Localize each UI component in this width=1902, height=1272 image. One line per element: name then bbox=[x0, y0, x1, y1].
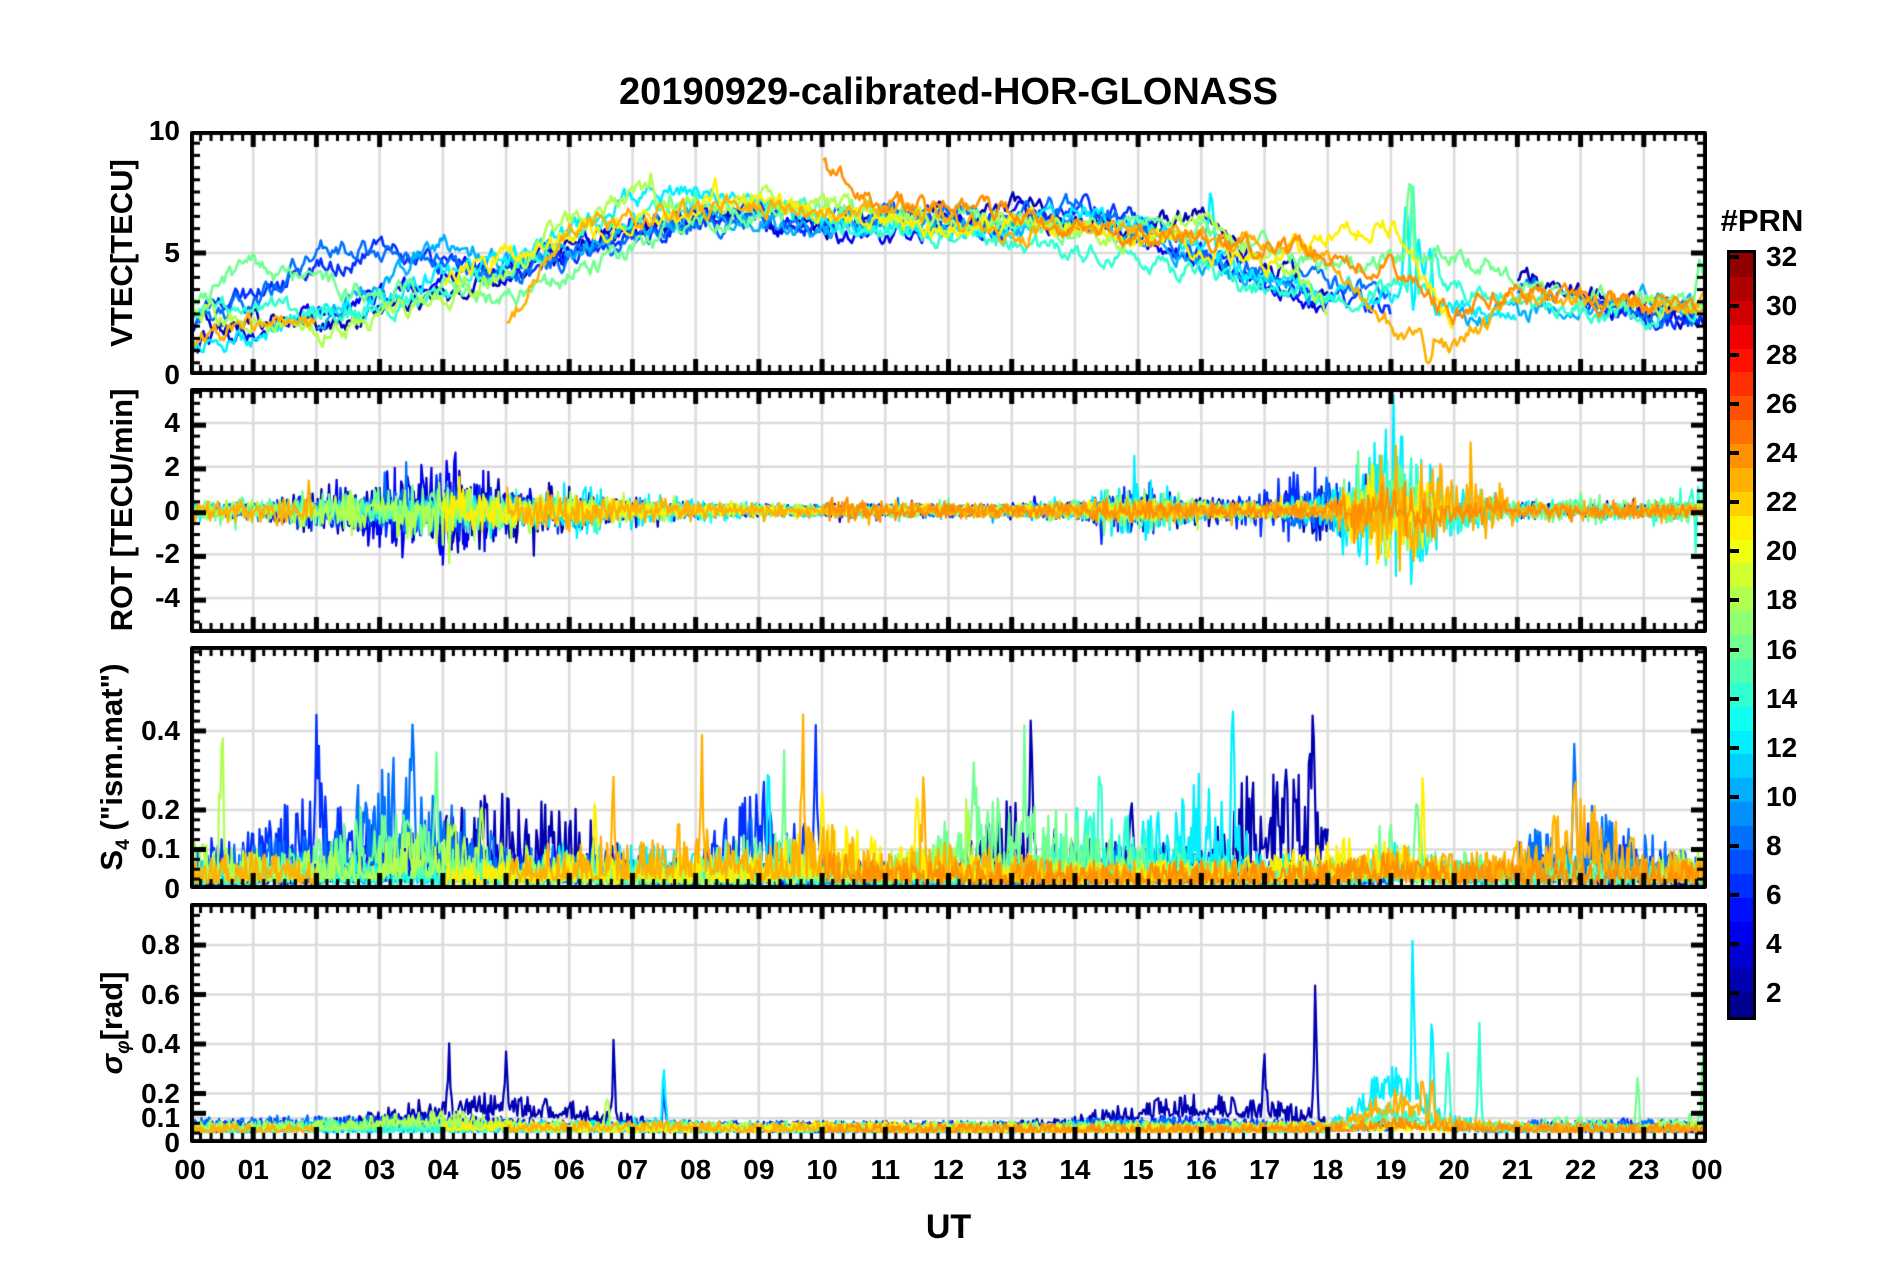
colorbar-band-prn-3 bbox=[1730, 945, 1753, 970]
colorbar-tick-label: 16 bbox=[1766, 633, 1798, 665]
y-tick-label-rot: 2 bbox=[164, 450, 180, 482]
y-tick-label-rot: -4 bbox=[155, 582, 180, 613]
colorbar-tick-mark bbox=[1730, 549, 1739, 554]
sigma-phi-panel-plot bbox=[190, 903, 1707, 1143]
colorbar-tick-mark bbox=[1730, 991, 1739, 995]
y-tick-label-s4: 0.1 bbox=[141, 833, 180, 865]
y-tick-label-rot: 0 bbox=[164, 494, 180, 526]
colorbar-tick-mark bbox=[1730, 745, 1739, 750]
colorbar-band-prn-14 bbox=[1730, 682, 1753, 707]
colorbar-title: #PRN bbox=[1720, 203, 1804, 238]
colorbar-tick-mark bbox=[1730, 598, 1739, 603]
y-tick-label-sigma: 0.6 bbox=[141, 978, 180, 1010]
colorbar-tick-label: 30 bbox=[1766, 290, 1798, 322]
y-tick-label-vtec: 0 bbox=[164, 359, 180, 390]
colorbar-band-prn-15 bbox=[1730, 658, 1753, 683]
y-tick-label-sigma: 0.8 bbox=[141, 929, 180, 961]
colorbar-tick-label: 6 bbox=[1766, 878, 1782, 910]
colorbar-tick-mark bbox=[1730, 402, 1739, 407]
colorbar-band-prn-21 bbox=[1730, 515, 1753, 540]
colorbar-band-prn-13 bbox=[1730, 706, 1753, 731]
prn-colorbar bbox=[1727, 250, 1756, 1020]
x-axis-label: UT bbox=[925, 1208, 972, 1246]
colorbar-tick-label: 32 bbox=[1766, 241, 1798, 272]
colorbar-tick-label: 24 bbox=[1766, 437, 1798, 469]
s4-panel-plot bbox=[190, 646, 1707, 889]
colorbar-tick-mark bbox=[1730, 451, 1739, 456]
colorbar-band-prn-5 bbox=[1730, 897, 1753, 922]
colorbar-tick-label: 28 bbox=[1766, 339, 1798, 371]
colorbar-tick-mark bbox=[1730, 647, 1739, 652]
vtec-panel-plot bbox=[190, 131, 1707, 375]
colorbar-tick-label: 14 bbox=[1766, 682, 1798, 714]
y-tick-label-s4: 0 bbox=[164, 873, 180, 904]
colorbar-band-prn-1 bbox=[1730, 993, 1753, 1017]
colorbar-band-prn-9 bbox=[1730, 802, 1753, 826]
rot-panel-plot bbox=[190, 388, 1707, 633]
colorbar-band-prn-27 bbox=[1730, 372, 1753, 397]
x-tick-label: 00 bbox=[1691, 1154, 1723, 1185]
y-tick-label-s4: 0.2 bbox=[141, 793, 180, 825]
colorbar-tick-mark bbox=[1730, 696, 1739, 701]
colorbar-band-prn-31 bbox=[1730, 276, 1753, 301]
colorbar-tick-mark bbox=[1730, 892, 1739, 897]
colorbar-tick-mark bbox=[1730, 794, 1739, 799]
colorbar-band-prn-24 bbox=[1730, 444, 1753, 468]
colorbar-tick-label: 10 bbox=[1766, 780, 1798, 812]
colorbar-band-prn-26 bbox=[1730, 396, 1753, 421]
chart-title: 20190929-calibrated-HOR-GLONASS bbox=[619, 71, 1278, 113]
colorbar-band-prn-23 bbox=[1730, 467, 1753, 492]
colorbar-tick-mark bbox=[1730, 255, 1739, 259]
colorbar-tick-label: 2 bbox=[1766, 977, 1782, 1008]
colorbar-band-prn-25 bbox=[1730, 420, 1753, 444]
colorbar-band-prn-7 bbox=[1730, 849, 1753, 874]
colorbar-tick-label: 4 bbox=[1766, 927, 1782, 959]
y-tick-label-rot: 4 bbox=[164, 407, 180, 438]
colorbar-tick-label: 20 bbox=[1766, 535, 1798, 567]
y-tick-label-rot: -2 bbox=[155, 538, 180, 570]
colorbar-band-prn-29 bbox=[1730, 324, 1753, 349]
y-tick-label-vtec: 10 bbox=[148, 115, 180, 146]
colorbar-tick-mark bbox=[1730, 941, 1739, 946]
y-tick-label-vtec: 5 bbox=[164, 237, 180, 268]
colorbar-tick-mark bbox=[1730, 353, 1739, 358]
colorbar-tick-mark bbox=[1730, 304, 1739, 309]
colorbar-tick-label: 8 bbox=[1766, 829, 1782, 861]
colorbar-band-prn-12 bbox=[1730, 730, 1753, 755]
y-tick-label-s4: 0.4 bbox=[141, 714, 180, 746]
colorbar-tick-label: 26 bbox=[1766, 388, 1798, 420]
colorbar-tick-mark bbox=[1730, 843, 1739, 848]
colorbar-tick-label: 22 bbox=[1766, 486, 1798, 518]
colorbar-tick-label: 18 bbox=[1766, 584, 1798, 616]
colorbar-tick-label: 12 bbox=[1766, 731, 1798, 763]
y-tick-label-sigma: 0.4 bbox=[141, 1028, 180, 1060]
figure-root: 20190929-calibrated-HOR-GLONASS VTEC[TEC… bbox=[0, 0, 1902, 1272]
colorbar-band-prn-19 bbox=[1730, 563, 1753, 588]
colorbar-band-prn-17 bbox=[1730, 611, 1753, 635]
colorbar-tick-mark bbox=[1730, 500, 1739, 505]
colorbar-band-prn-11 bbox=[1730, 754, 1753, 779]
y-tick-label-sigma: 0.2 bbox=[141, 1077, 180, 1109]
colorbar-band-prn-28 bbox=[1730, 348, 1753, 373]
colorbar-band-prn-2 bbox=[1730, 969, 1753, 994]
